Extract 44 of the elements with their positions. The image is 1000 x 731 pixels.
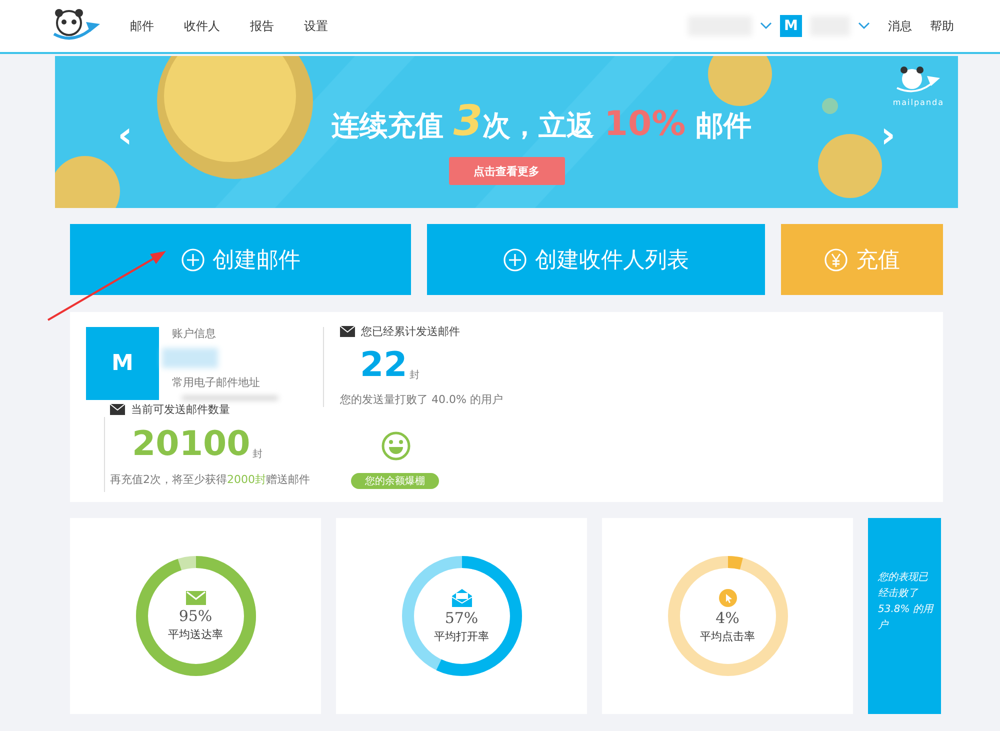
blurred-account-name <box>162 348 218 368</box>
stat-label: 当前可发送邮件数量 <box>131 402 230 417</box>
stat-value: 57% <box>444 608 478 626</box>
stat-note: 您的发送量打败了 40.0% 的用户 <box>340 392 503 407</box>
action-button[interactable]: 创建收件人列表 <box>427 224 765 295</box>
account-avatar: M <box>86 327 159 400</box>
unit-label: 封 <box>252 448 262 461</box>
brand-name: mailpanda <box>892 98 944 107</box>
user-avatar[interactable]: M <box>780 15 802 37</box>
status-badge: 您的余额爆棚 <box>351 473 439 489</box>
nav-link[interactable]: 消息 <box>888 18 912 34</box>
stat-value: 4% <box>716 608 740 626</box>
action-button[interactable]: 创建邮件 <box>70 224 411 295</box>
stat-label: 平均打开率 <box>434 628 489 644</box>
unit-label: 封 <box>409 368 420 382</box>
field-label: 账户信息 <box>172 326 216 341</box>
nav-link[interactable]: 设置 <box>304 18 328 34</box>
stat-label: 平均点击率 <box>700 628 755 644</box>
sent-count: 22 <box>360 348 408 382</box>
nav-link[interactable]: 帮助 <box>930 18 954 34</box>
mail-icon <box>110 404 125 416</box>
yen-circle-icon <box>824 248 848 272</box>
nav-link[interactable]: 邮件 <box>130 18 154 34</box>
quota-count: 20100 <box>132 427 250 461</box>
ranking-note: 您的表现已经击败了53.8% 的用户 <box>868 518 941 714</box>
open-envelope-icon <box>452 588 472 606</box>
cursor-click-icon <box>718 588 736 606</box>
more-button[interactable]: 点击查看更多 <box>448 157 564 185</box>
promo-headline: 连续充值 3次，立返 10% 邮件 <box>330 96 752 145</box>
stat-label: 平均送达率 <box>168 626 223 642</box>
mail-icon <box>340 326 355 338</box>
chevron-down-icon[interactable] <box>760 22 772 30</box>
plus-circle-icon <box>503 248 527 272</box>
field-label: 常用电子邮件地址 <box>172 375 260 390</box>
action-button[interactable]: 充值 <box>781 224 943 295</box>
stat-label: 您已经累计发送邮件 <box>361 324 460 339</box>
plus-circle-icon <box>180 248 204 272</box>
envelope-icon <box>186 590 206 604</box>
chevron-down-icon[interactable] <box>858 22 870 30</box>
stat-value: 95% <box>178 606 212 624</box>
smiley-icon <box>381 431 411 461</box>
nav-link[interactable]: 收件人 <box>184 18 220 34</box>
nav-link[interactable]: 报告 <box>250 18 274 34</box>
stat-note: 再充值2次，将至少获得2000封赠送邮件 <box>110 472 310 487</box>
